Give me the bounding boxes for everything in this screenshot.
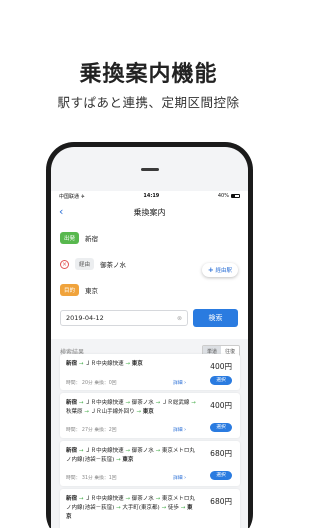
select-button[interactable]: 選択 — [210, 376, 232, 385]
search-button[interactable]: 検索 — [193, 309, 238, 327]
via-row: × 経由 御茶ノ水 — [60, 258, 126, 270]
result-card[interactable]: 新宿 → ＪＲ中央線快速 → 御茶ノ水 → 東京メトロ丸ノ内線(池袋－荻窪) →… — [60, 441, 240, 486]
clear-icon[interactable]: ⊗ — [177, 315, 182, 322]
back-icon[interactable]: ‹ — [59, 205, 63, 218]
fare-value: 400円 — [210, 401, 232, 410]
arrow-icon: → — [82, 409, 91, 415]
result-card[interactable]: 新宿 → ＪＲ中央線快速 → 御茶ノ水 → ＪＲ総武線 → 秋葉原 → ＪＲ山手… — [60, 393, 240, 438]
detail-link[interactable]: 詳細 › — [173, 379, 186, 386]
detail-link[interactable]: 詳細 › — [173, 426, 186, 433]
phone-screen: 中国联通 ✈ 14:19 40% ‹ 乗換案内 出発 新宿 × 経由 御茶ノ水 … — [51, 147, 248, 528]
status-bar: 中国联通 ✈ 14:19 40% — [51, 191, 248, 201]
detail-link[interactable]: 詳細 › — [173, 474, 186, 481]
arrow-icon: → — [123, 400, 132, 406]
fare-value: 400円 — [210, 362, 232, 371]
status-right: 40% — [218, 193, 240, 199]
speaker — [140, 168, 159, 171]
route-segment: ＪＲ中央線快速 — [85, 496, 124, 502]
route-meta: 時間： 20分 乗換：0回 — [66, 381, 117, 386]
plus-icon: + — [207, 266, 214, 274]
route-segment: 大手町(東京都) — [122, 505, 160, 511]
route-segment: 東京 — [131, 361, 143, 367]
add-via-label: 経由駅 — [215, 268, 232, 274]
route-text: 新宿 → ＪＲ中央線快速 → 御茶ノ水 → 東京メトロ丸ノ内線(池袋－荻窪) →… — [66, 495, 196, 522]
arrow-icon: → — [77, 400, 86, 406]
hero-title: 乗換案内機能 — [79, 62, 218, 87]
route-text: 新宿 → ＪＲ中央線快速 → 東京 — [66, 360, 196, 369]
arrow-icon: → — [153, 496, 162, 502]
remove-via-icon[interactable]: × — [60, 259, 69, 269]
arrow-icon: → — [123, 448, 132, 454]
via-tag: 経由 — [75, 258, 95, 270]
fare-value: 680円 — [210, 449, 232, 458]
route-text: 新宿 → ＪＲ中央線快速 → 御茶ノ水 → 東京メトロ丸ノ内線(池袋－荻窪) →… — [66, 447, 196, 465]
route-meta: 時間： 31分 乗換：1回 — [66, 476, 117, 481]
select-button[interactable]: 選択 — [210, 423, 232, 432]
arrow-icon: → — [123, 361, 132, 367]
route-segment: 秋葉原 — [66, 409, 83, 415]
route-segment: ＪＲ中央線快速 — [85, 361, 124, 367]
route-segment: ＪＲ中央線快速 — [85, 448, 124, 454]
result-card[interactable]: 新宿 → ＪＲ中央線快速 → 東京時間： 20分 乗換：0回 詳細 › 400円選択 — [60, 354, 240, 390]
route-segment: 御茶ノ水 — [131, 448, 154, 454]
arrow-icon: → — [178, 505, 187, 511]
route-segment: 新宿 — [66, 400, 78, 406]
to-tag: 目的 — [60, 284, 80, 296]
date-field[interactable]: 2019-04-12 ⊗ — [60, 310, 188, 326]
route-segment: 新宿 — [66, 496, 78, 502]
battery-icon — [230, 194, 240, 198]
hero-subtitle: 駅すぱあと連携、定期区間控除 — [57, 95, 240, 110]
route-segment: 御茶ノ水 — [131, 400, 154, 406]
route-segment: 東京 — [142, 409, 154, 415]
route-form: 出発 新宿 × 経由 御茶ノ水 + 経由駅 目的 東京 2019-04-12 ⊗… — [51, 223, 248, 339]
from-tag: 出発 — [60, 232, 80, 244]
arrow-icon: → — [159, 505, 168, 511]
arrow-icon: → — [77, 361, 86, 367]
battery-percent: 40% — [217, 193, 229, 199]
select-button[interactable]: 選択 — [210, 471, 232, 480]
result-card[interactable]: 新宿 → ＪＲ中央線快速 → 御茶ノ水 → 東京メトロ丸ノ内線(池袋－荻窪) →… — [60, 489, 240, 528]
via-station[interactable]: 御茶ノ水 — [100, 259, 126, 269]
route-segment: ＪＲ総武線 — [161, 400, 190, 406]
route-segment: 新宿 — [66, 361, 78, 367]
arrow-icon: → — [189, 400, 196, 406]
to-row[interactable]: 目的 東京 — [60, 284, 98, 296]
carrier-label: 中国联通 ✈ — [59, 193, 85, 200]
route-segment: ＪＲ山手線外回り — [90, 409, 135, 415]
route-segment: ＪＲ中央線快速 — [85, 400, 124, 406]
arrow-icon: → — [77, 448, 86, 454]
route-meta: 時間： 27分 乗換：2回 — [66, 428, 117, 433]
route-segment: 御茶ノ水 — [131, 496, 154, 502]
route-segment: 東京 — [122, 457, 134, 463]
route-text: 新宿 → ＪＲ中央線快速 → 御茶ノ水 → ＪＲ総武線 → 秋葉原 → ＪＲ山手… — [66, 399, 196, 417]
add-via-button[interactable]: + 経由駅 — [201, 263, 238, 277]
arrow-icon: → — [153, 400, 162, 406]
arrow-icon: → — [153, 448, 162, 454]
to-station[interactable]: 東京 — [85, 285, 98, 295]
route-segment: 新宿 — [66, 448, 78, 454]
phone-frame: 中国联通 ✈ 14:19 40% ‹ 乗換案内 出発 新宿 × 経由 御茶ノ水 … — [46, 142, 253, 528]
route-segment: 徒歩 — [167, 505, 179, 511]
nav-bar: ‹ 乗換案内 — [51, 201, 248, 223]
date-value: 2019-04-12 — [66, 314, 104, 322]
status-time: 14:19 — [143, 193, 160, 199]
fare-value: 680円 — [210, 497, 232, 506]
from-station[interactable]: 新宿 — [85, 233, 98, 243]
arrow-icon: → — [134, 409, 143, 415]
from-row[interactable]: 出発 新宿 — [60, 232, 98, 244]
page-title: 乗換案内 — [133, 207, 166, 217]
arrow-icon: → — [77, 496, 86, 502]
arrow-icon: → — [123, 496, 132, 502]
